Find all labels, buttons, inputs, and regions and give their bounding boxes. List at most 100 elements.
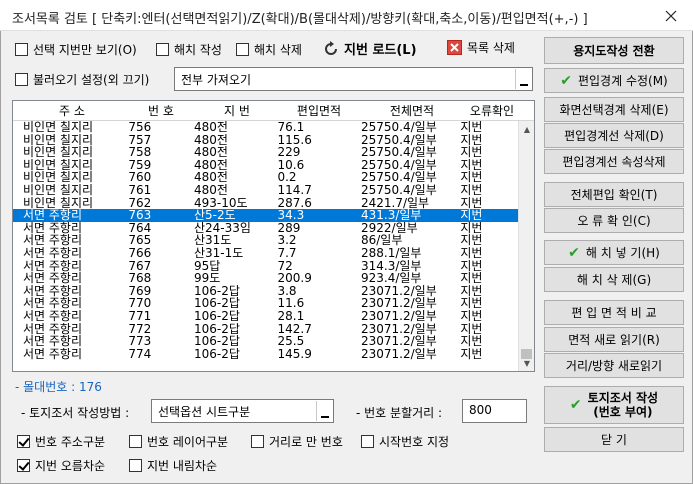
cell-error-check: 지번 xyxy=(460,335,483,348)
table-row[interactable]: 비인면 칠지리 759 480전 10.6 25750.4/일부 지번 xyxy=(13,159,518,172)
col-error-check[interactable]: 오류확인 xyxy=(461,101,521,120)
dropdown-arrow-icon[interactable] xyxy=(515,69,531,89)
cell-included-area: 34.3 xyxy=(277,209,305,222)
hatch-delete-checkbox[interactable]: 해치 삭제 xyxy=(236,41,302,58)
check-all-button[interactable]: 전체편입 확인(T) xyxy=(544,182,684,207)
scroll-up-icon[interactable]: ▲ xyxy=(519,121,534,137)
jibun-desc-checkbox[interactable]: 지번 내림차순 xyxy=(129,457,217,474)
cell-total-area: 25750.4/일부 xyxy=(360,183,437,197)
table-row[interactable]: 서면 주항리 766 산31-1도 7.7 288.1/일부 지번 xyxy=(13,247,518,260)
cell-number: 769 xyxy=(128,284,152,298)
table-row[interactable]: 서면 주항리 771 106-2답 28.1 23071.2/일부 지번 xyxy=(13,310,518,323)
table-row[interactable]: 비인면 칠지리 758 480전 229 25750.4/일부 지번 xyxy=(13,146,518,159)
cell-address: 비인면 칠지리 xyxy=(23,121,94,134)
table-row[interactable]: 서면 주항리 774 106-2답 145.9 23071.2/일부 지번 xyxy=(13,348,518,361)
table-row[interactable]: 서면 주항리 764 산24-33임 289 2922/일부 지번 xyxy=(13,222,518,235)
dropdown-arrow-icon[interactable] xyxy=(316,401,332,421)
method-value: 선택옵션 시트구분 xyxy=(158,405,251,419)
cell-total-area: 2421.7/일부 xyxy=(360,196,430,210)
cell-address: 비인면 칠지리 xyxy=(23,196,94,210)
jibun-load-label: 지번 로드(L) xyxy=(344,43,417,58)
table-header: 주 소 번 호 지 번 편입면적 전체면적 오류확인 xyxy=(13,101,534,121)
col-address[interactable]: 주 소 xyxy=(13,101,121,120)
window-title: 조서목록 검토 [ 단축키:엔터(선택면적읽기)/Z(확대)/B(몰대삭제)/방… xyxy=(12,12,588,27)
cell-jibun: 106-2답 xyxy=(194,335,240,348)
cell-included-area: 145.9 xyxy=(277,347,312,361)
vertical-scrollbar[interactable]: ▲ ▼ xyxy=(518,121,534,371)
map-convert-button[interactable]: 용지도작성 전환 xyxy=(544,37,684,64)
col-jibun[interactable]: 지 번 xyxy=(193,101,279,120)
error-check-button[interactable]: 오 류 확 인(C) xyxy=(544,208,684,233)
start-number-checkbox[interactable]: 시작번호 지정 xyxy=(361,433,449,450)
cell-jibun: 106-2답 xyxy=(194,322,240,336)
method-select[interactable]: 선택옵션 시트구분 xyxy=(151,399,334,423)
load-setting-checkbox[interactable]: 불러오기 설정(외 끄기) xyxy=(15,71,149,88)
edit-boundary-button[interactable]: ✔ 편입경계 수정(M) xyxy=(544,68,684,93)
hatch-insert-button[interactable]: ✔ 해 치 넣 기(H) xyxy=(544,240,684,265)
checkbox-box xyxy=(17,435,30,448)
parcel-table[interactable]: 주 소 번 호 지 번 편입면적 전체면적 오류확인 비인면 칠지리 756 480… xyxy=(12,100,535,372)
close-button[interactable]: 닫 기 xyxy=(544,427,684,452)
delete-boundary-line-button[interactable]: 편입경계선 삭제(D) xyxy=(544,123,684,148)
distance-only-checkbox[interactable]: 거리로 만 번호 xyxy=(251,433,343,450)
list-delete-button[interactable]: 목록 삭제 xyxy=(447,39,515,56)
jibun-load-button[interactable]: 지번 로드(L) xyxy=(323,39,417,58)
jibun-asc-checkbox[interactable]: 지번 오름차순 xyxy=(17,457,105,474)
jibun-asc-label: 지번 오름차순 xyxy=(35,459,106,473)
table-row[interactable]: 서면 주항리 770 106-2답 11.6 23071.2/일부 지번 xyxy=(13,297,518,310)
interval-input[interactable]: 800 xyxy=(462,399,527,423)
cell-error-check: 지번 xyxy=(460,322,483,336)
col-number[interactable]: 번 호 xyxy=(121,101,193,120)
scroll-down-icon[interactable]: ▼ xyxy=(519,355,534,371)
table-row[interactable]: 비인면 칠지리 757 480전 115.6 25750.4/일부 지번 xyxy=(13,134,518,147)
col-included-area[interactable]: 편입면적 xyxy=(279,101,359,120)
table-row[interactable]: 서면 주항리 767 95답 72 314.3/일부 지번 xyxy=(13,260,518,273)
cell-error-check: 지번 xyxy=(460,234,483,247)
delete-screen-boundary-button[interactable]: 화면선택경계 삭제(E) xyxy=(544,97,684,122)
area-reload-button[interactable]: 면적 새로 읽기(R) xyxy=(544,327,684,352)
cell-included-area: 72 xyxy=(277,259,293,273)
delete-icon xyxy=(447,40,462,55)
table-row[interactable]: 서면 주항리 765 산31도 3.2 86/일부 지번 xyxy=(13,234,518,247)
selected-only-checkbox[interactable]: 선택 지번만 보기(O) xyxy=(15,41,137,58)
table-row[interactable]: 서면 주항리 763 산5-2도 34.3 431.3/일부 지번 xyxy=(13,209,518,222)
selected-only-label: 선택 지번만 보기(O) xyxy=(33,43,137,57)
close-window-button[interactable] xyxy=(649,0,693,31)
refresh-icon xyxy=(325,40,337,55)
cell-total-area: 2922/일부 xyxy=(360,221,418,235)
cell-total-area: 25750.4/일부 xyxy=(360,121,437,134)
table-row[interactable]: 서면 주항리 768 99도 200.9 923.4/일부 지번 xyxy=(13,272,518,285)
cell-total-area: 23071.2/일부 xyxy=(360,322,437,336)
load-mode-select[interactable]: 전부 가져오기 xyxy=(174,67,533,91)
cell-total-area: 25750.4/일부 xyxy=(360,171,437,184)
table-row[interactable]: 비인면 칠지리 760 480전 0.2 25750.4/일부 지번 xyxy=(13,171,518,184)
create-land-report-text: 토지조서 작성 (번호 부여) xyxy=(588,391,658,419)
table-row[interactable]: 서면 주항리 772 106-2답 142.7 23071.2/일부 지번 xyxy=(13,323,518,336)
cell-included-area: 115.6 xyxy=(277,133,312,147)
area-compare-button[interactable]: 편 입 면 적 비 교 xyxy=(544,300,684,325)
table-row[interactable]: 비인면 칠지리 762 493-10도 287.6 2421.7/일부 지번 xyxy=(13,197,518,210)
title-bar: 조서목록 검토 [ 단축키:엔터(선택면적읽기)/Z(확대)/B(몰대삭제)/방… xyxy=(0,0,693,31)
map-convert-label: 용지도작성 전환 xyxy=(573,44,655,58)
layer-group-checkbox[interactable]: 번호 레이어구분 xyxy=(129,433,228,450)
delete-boundary-attr-button[interactable]: 편입경계선 속성삭제 xyxy=(544,149,684,174)
addr-group-checkbox[interactable]: 번호 주소구분 xyxy=(17,433,105,450)
cell-address: 서면 주항리 xyxy=(23,221,83,235)
cell-number: 771 xyxy=(128,309,152,323)
table-row[interactable]: 비인면 칠지리 756 480전 76.1 25750.4/일부 지번 xyxy=(13,121,518,134)
checkbox-box xyxy=(15,73,28,86)
cell-error-check: 지번 xyxy=(460,209,483,222)
cell-error-check: 지번 xyxy=(460,171,483,184)
distance-reload-button[interactable]: 거리/방향 새로읽기 xyxy=(544,353,684,378)
table-row[interactable]: 비인면 칠지리 761 480전 114.7 25750.4/일부 지번 xyxy=(13,184,518,197)
cell-total-area: 314.3/일부 xyxy=(360,259,422,273)
table-row[interactable]: 서면 주항리 773 106-2답 25.5 23071.2/일부 지번 xyxy=(13,335,518,348)
col-total-area[interactable]: 전체면적 xyxy=(359,101,461,120)
create-land-report-button[interactable]: ✔ 토지조서 작성 (번호 부여) xyxy=(544,386,684,424)
hatch-remove-button[interactable]: 해 치 삭 제(G) xyxy=(544,267,684,292)
cell-error-check: 지번 xyxy=(460,297,483,310)
hatch-create-checkbox[interactable]: 해치 작성 xyxy=(156,41,222,58)
cell-number: 772 xyxy=(128,322,152,336)
boundary-count: - 몰대번호 : 176 xyxy=(15,380,102,394)
table-row[interactable]: 서면 주항리 769 106-2답 3.8 23071.2/일부 지번 xyxy=(13,285,518,298)
